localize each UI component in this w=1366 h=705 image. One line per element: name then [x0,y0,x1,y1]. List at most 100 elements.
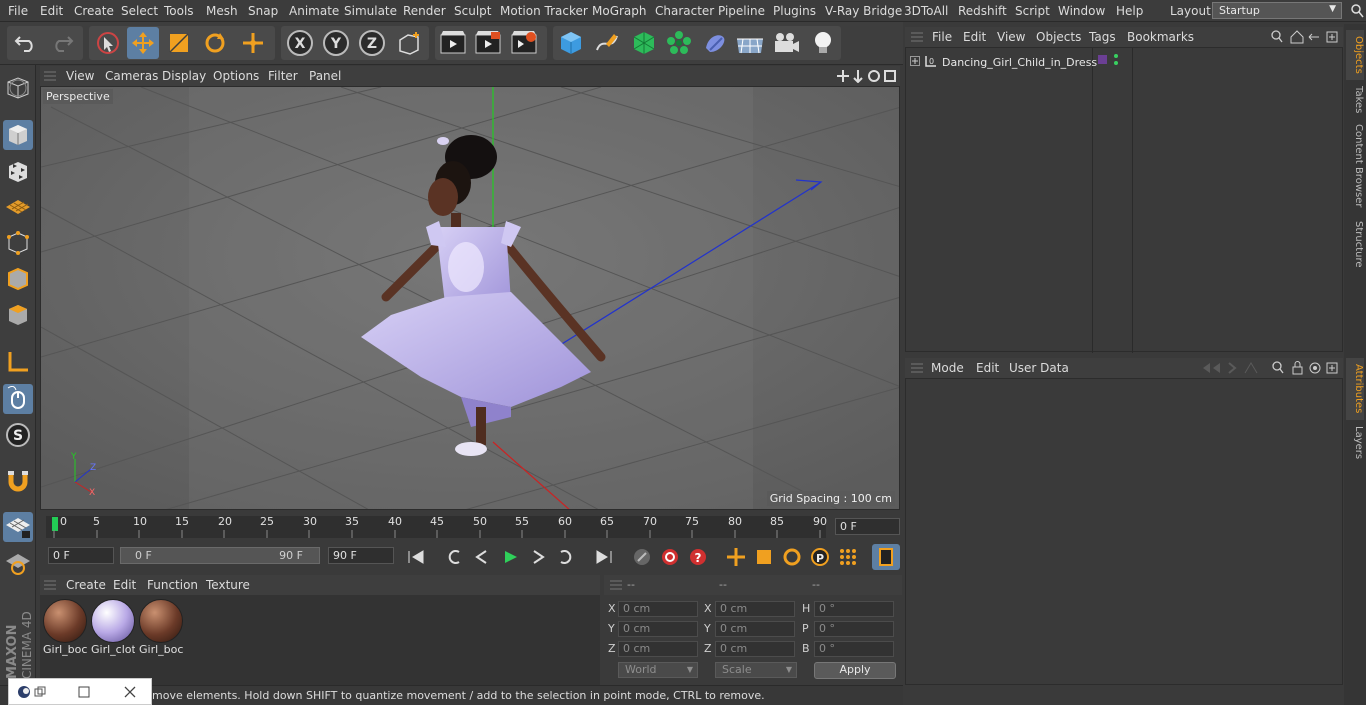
editor-visibility-dot[interactable] [1114,54,1118,58]
next-frame-icon[interactable] [524,544,552,570]
object-row[interactable]: 0 Dancing_Girl_Child_in_Dress [906,50,1097,72]
subdivision-surface-icon[interactable] [628,27,660,59]
menu-pipeline[interactable]: Pipeline [718,4,765,18]
camera-icon[interactable] [770,27,802,59]
autokeying-icon[interactable] [656,544,684,570]
menu-create[interactable]: Create [74,4,114,18]
close-icon[interactable] [123,685,137,699]
size-z-field[interactable]: 0 cm [715,641,795,657]
menu-mesh[interactable]: Mesh [206,4,238,18]
redo-icon[interactable] [46,27,78,59]
play-forward-icon[interactable] [496,544,524,570]
scale-tool-icon[interactable] [163,27,195,59]
keyframe-selection-icon[interactable]: ? [684,544,712,570]
go-to-start-icon[interactable] [402,544,430,570]
menu-motion-tracker[interactable]: Motion Tracker [500,4,588,18]
render-visibility-dot[interactable] [1114,61,1118,65]
attribute-menu-mode[interactable]: Mode [931,361,964,375]
menu-tools[interactable]: Tools [164,4,194,18]
tab-takes[interactable]: Takes [1346,82,1364,118]
object-manager-tool-icons[interactable] [1271,30,1339,44]
menu-help[interactable]: Help [1116,4,1143,18]
points-mode-icon[interactable] [3,228,33,258]
position-x-field[interactable]: 0 cm [618,601,698,617]
menu-sculpt[interactable]: Sculpt [454,4,491,18]
tab-attributes[interactable]: Attributes [1346,358,1364,420]
restore-icon[interactable] [34,686,46,698]
edges-mode-icon[interactable] [3,264,33,294]
tweak-mode-icon[interactable] [3,384,33,414]
menu-script[interactable]: Script [1015,4,1050,18]
go-to-end-icon[interactable] [590,544,618,570]
menu-file[interactable]: File [8,4,28,18]
model-mode-icon[interactable] [3,120,33,150]
material-menu-texture[interactable]: Texture [206,578,250,592]
tab-structure[interactable]: Structure [1346,216,1364,272]
material-swatch[interactable]: Girl_boc [139,599,183,656]
position-z-field[interactable]: 0 cm [618,641,698,657]
material-menu-function[interactable]: Function [147,578,198,592]
rotate-tool-icon[interactable] [199,27,231,59]
attribute-manager-tool-icons[interactable] [1201,361,1339,375]
menu-character[interactable]: Character [655,4,714,18]
viewport-menu-view[interactable]: View [66,69,94,83]
layout-dropdown[interactable]: Startup ▼ [1212,2,1342,19]
z-axis-lock-icon[interactable]: Z [356,27,388,59]
record-keys-icon[interactable] [628,544,656,570]
current-frame-field[interactable]: 0 F [835,518,900,535]
size-y-field[interactable]: 0 cm [715,621,795,637]
texture-mode-icon[interactable] [3,157,33,187]
rotation-h-field[interactable]: 0 ° [814,601,894,617]
object-menu-bookmarks[interactable]: Bookmarks [1127,30,1194,44]
key-point-level-icon[interactable] [834,544,862,570]
layer-color-swatch[interactable] [1098,55,1107,64]
viewport-menu-options[interactable]: Options [213,69,259,83]
end-frame-field[interactable]: 90 F [328,547,394,564]
tab-objects[interactable]: Objects [1346,30,1364,80]
key-parameter-icon[interactable]: P [806,544,834,570]
viewport-menu-filter[interactable]: Filter [268,69,298,83]
maximize-icon[interactable] [77,685,91,699]
menu-vray-bridge[interactable]: V-Ray Bridge [825,4,902,18]
deformer-icon[interactable] [699,27,731,59]
menu-edit[interactable]: Edit [40,4,63,18]
object-menu-tags[interactable]: Tags [1089,30,1116,44]
pen-spline-icon[interactable] [591,27,623,59]
object-menu-edit[interactable]: Edit [963,30,986,44]
object-menu-file[interactable]: File [932,30,952,44]
render-settings-icon[interactable] [508,27,540,59]
solo-mode-icon[interactable]: S [3,420,33,450]
y-axis-lock-icon[interactable]: Y [320,27,352,59]
coordinate-system-dropdown[interactable]: World ▼ [618,662,698,678]
rotation-b-field[interactable]: 0 ° [814,641,894,657]
transform-tool-icon[interactable] [237,27,269,59]
menu-redshift[interactable]: Redshift [958,4,1007,18]
object-menu-objects[interactable]: Objects [1036,30,1081,44]
floor-environment-icon[interactable] [734,27,766,59]
size-x-field[interactable]: 0 cm [715,601,795,617]
light-icon[interactable] [807,27,839,59]
search-icon[interactable] [1350,3,1364,19]
menu-mograph[interactable]: MoGraph [592,4,647,18]
position-y-field[interactable]: 0 cm [618,621,698,637]
preview-range-slider[interactable]: 0 F 90 F [120,547,320,564]
viewport-menu-display[interactable]: Display [162,69,206,83]
locked-workplane-icon[interactable] [3,548,33,578]
key-scale-icon[interactable] [750,544,778,570]
viewport-navigation-icons[interactable] [836,69,898,83]
tab-content-browser[interactable]: Content Browser [1346,120,1364,212]
menu-plugins[interactable]: Plugins [773,4,816,18]
menu-select[interactable]: Select [121,4,158,18]
render-view-icon[interactable] [437,27,469,59]
viewport-menu-cameras[interactable]: Cameras [105,69,158,83]
material-swatch[interactable]: Girl_boc [43,599,87,656]
timeline-ruler[interactable]: 0 5 10 15 20 25 30 35 40 45 50 55 60 65 … [40,512,902,542]
move-tool-icon[interactable] [127,27,159,59]
viewport-menu-panel[interactable]: Panel [309,69,341,83]
live-selection-icon[interactable] [92,27,124,59]
material-menu-create[interactable]: Create [66,578,106,592]
menu-snap[interactable]: Snap [248,4,278,18]
undo-icon[interactable] [10,27,42,59]
menu-window[interactable]: Window [1058,4,1105,18]
material-swatch[interactable]: Girl_clot [91,599,135,656]
